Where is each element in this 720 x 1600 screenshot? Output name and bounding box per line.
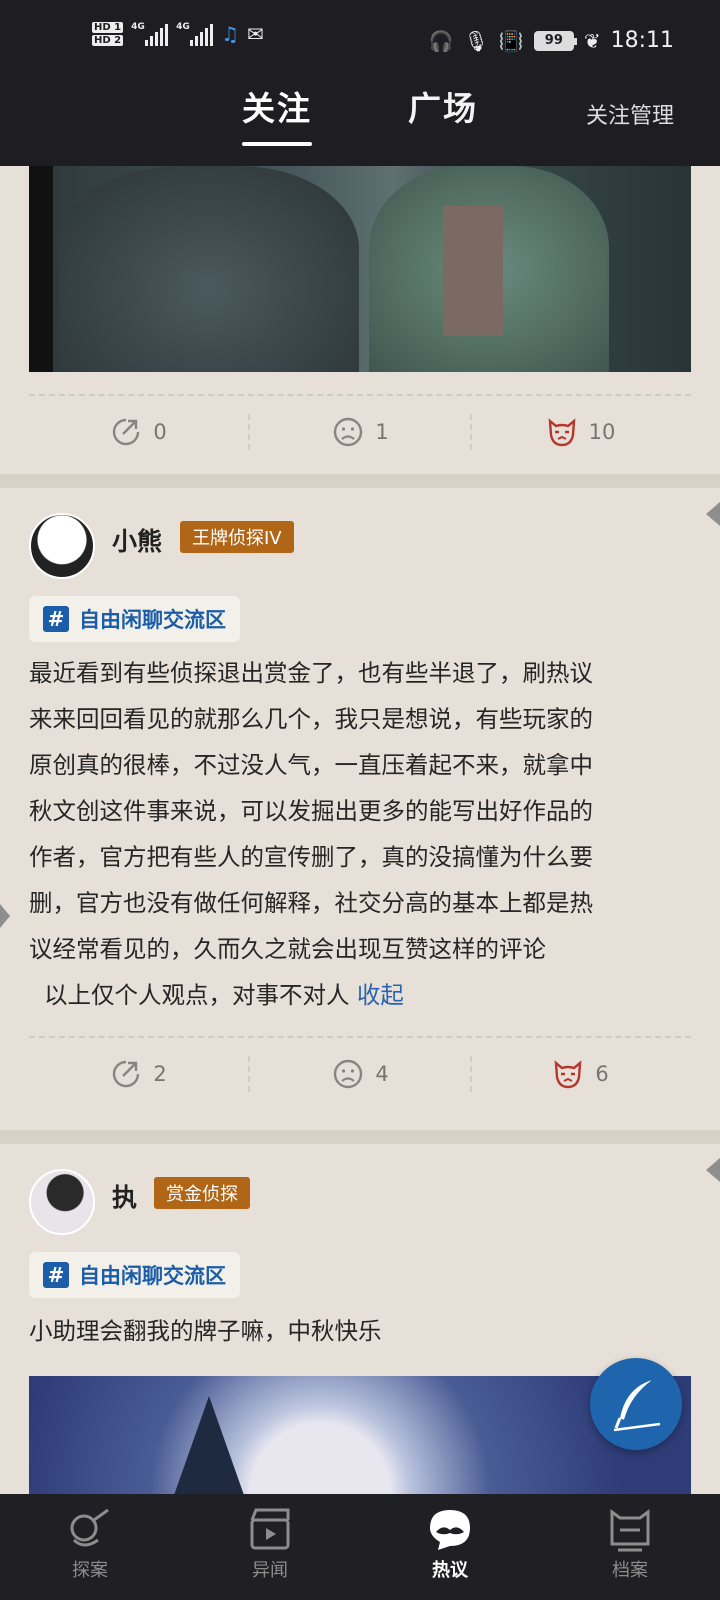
hashtag-icon: #: [43, 1262, 69, 1288]
status-bar: HD 1 HD 2 4G 4G ♫ ✉ 🎧 🎙 📳 99 ❦ 18:11: [0, 0, 720, 72]
collapse-link[interactable]: 收起: [357, 981, 404, 1009]
clock: 18:11: [610, 28, 674, 53]
mic-icon: 🎙: [463, 28, 489, 53]
topic-label: 自由闲聊交流区: [79, 1264, 226, 1288]
compose-button[interactable]: [590, 1358, 682, 1450]
headphones-icon: 🎧: [428, 28, 454, 53]
post-line: 秋文创这件事来说，可以发掘出更多的能写出好作品的: [29, 797, 593, 825]
profile-cat-icon: [610, 1509, 650, 1552]
rank-badge: 赏金侦探: [154, 1177, 250, 1209]
post-line: 以上仅个人观点，对事不对人: [29, 981, 357, 1009]
hashtag-icon: #: [43, 606, 69, 632]
sim-indicator: HD 1 HD 2: [92, 22, 124, 46]
sim2-label: HD 2: [92, 35, 124, 46]
username[interactable]: 执: [112, 1178, 137, 1214]
post-line: 删，官方也没有做任何解释，社交分高的基本上都是热: [29, 889, 593, 917]
sim1-label: HD 1: [92, 22, 124, 33]
share-button[interactable]: 2: [28, 1044, 248, 1104]
nav-label: 档案: [612, 1560, 648, 1581]
signal-icon: 4G: [131, 22, 169, 46]
comment-button[interactable]: 4: [250, 1044, 470, 1104]
feather-pen-icon: [613, 1379, 661, 1432]
sad-face-icon: [334, 417, 363, 447]
post-text: 小助理会翻我的牌子嘛，中秋快乐: [29, 1317, 382, 1345]
feed[interactable]: 0 1 10 小熊 王牌侦探IV # 自由闲聊交流区 最近看到有些侦探退出赏金了…: [0, 166, 720, 1494]
like-button[interactable]: 6: [470, 1044, 690, 1104]
battery-level: 99: [544, 33, 563, 48]
side-marker: [706, 502, 720, 526]
share-count: 0: [153, 420, 167, 444]
side-marker: [0, 904, 10, 928]
battery-icon: 99: [533, 30, 577, 51]
network-type-1: 4G: [131, 22, 145, 32]
mustache-bubble-icon: [430, 1510, 470, 1550]
share-count: 2: [153, 1062, 167, 1086]
top-nav: 关注 广场 关注管理: [0, 72, 720, 166]
post-line: 最近看到有些侦探退出赏金了，也有些半退了，刷热议: [29, 659, 593, 687]
comment-count: 1: [375, 420, 389, 444]
divider: [29, 1036, 691, 1038]
post-gap: [0, 474, 720, 488]
bottom-nav: 探案 异闻 热议 档案: [0, 1494, 720, 1600]
vibrate-icon: 📳: [498, 28, 524, 53]
share-icon: [113, 1060, 140, 1088]
tab-follow[interactable]: 关注: [242, 82, 312, 146]
rank-badge: 王牌侦探IV: [180, 521, 294, 553]
clapperboard-icon: [250, 1508, 290, 1550]
topic-tag[interactable]: # 自由闲聊交流区: [29, 596, 240, 642]
nav-label: 探案: [72, 1560, 108, 1581]
like-count: 6: [595, 1062, 609, 1086]
post-line: 议经常看见的，久而久之就会出现互赞这样的评论: [29, 935, 546, 963]
post-line-last: 以上仅个人观点，对事不对人 收起: [29, 972, 689, 1018]
status-left: HD 1 HD 2 4G 4G ♫ ✉: [92, 22, 264, 46]
nav-investigate[interactable]: 探案: [30, 1506, 150, 1582]
cat-face-icon: [554, 1060, 582, 1089]
nav-rumors[interactable]: 异闻: [210, 1506, 330, 1582]
post-text: 最近看到有些侦探退出赏金了，也有些半退了，刷热议 来来回回看见的就那么几个，我只…: [29, 650, 689, 1018]
side-marker: [706, 1158, 720, 1182]
share-button[interactable]: 0: [28, 402, 248, 462]
nav-profile[interactable]: 档案: [570, 1506, 690, 1582]
post-line: 原创真的很棒，不过没人气，一直压着起不来，就拿中: [29, 751, 593, 779]
post-actions: 2 4 6: [0, 1044, 720, 1104]
magnifier-pipe-icon: [70, 1508, 109, 1547]
network-type-2: 4G: [176, 22, 190, 32]
like-button[interactable]: 10: [470, 402, 690, 462]
nav-discussion[interactable]: 热议: [390, 1506, 510, 1582]
signal-icon-2: 4G: [176, 22, 214, 46]
topic-tag[interactable]: # 自由闲聊交流区: [29, 1252, 240, 1298]
avatar[interactable]: [29, 513, 95, 579]
username[interactable]: 小熊: [112, 522, 162, 558]
post-image-movie-still[interactable]: [29, 166, 691, 372]
nav-label: 热议: [432, 1560, 468, 1581]
like-count: 10: [588, 420, 616, 444]
divider: [29, 394, 691, 396]
wechat-icon: ✉: [247, 22, 264, 46]
leaf-icon: ❦: [583, 28, 601, 53]
post-line: 作者，官方把有些人的宣传删了，真的没搞懂为什么要: [29, 843, 593, 871]
comment-button[interactable]: 1: [250, 402, 470, 462]
tab-square[interactable]: 广场: [408, 82, 478, 130]
follow-manage-button[interactable]: 关注管理: [586, 98, 674, 130]
post-line: 来来回回看见的就那么几个，我只是想说，有些玩家的: [29, 705, 593, 733]
post-actions: 0 1 10: [0, 402, 720, 462]
topic-label: 自由闲聊交流区: [79, 608, 226, 632]
cat-face-icon: [548, 418, 576, 447]
status-right: 🎧 🎙 📳 99 ❦ 18:11: [429, 28, 674, 53]
post-gap: [0, 1130, 720, 1144]
music-icon: ♫: [221, 22, 240, 46]
comment-count: 4: [375, 1062, 389, 1086]
avatar[interactable]: [29, 1169, 95, 1235]
share-icon: [113, 418, 140, 446]
nav-label: 异闻: [252, 1560, 288, 1581]
sad-face-icon: [334, 1059, 363, 1089]
